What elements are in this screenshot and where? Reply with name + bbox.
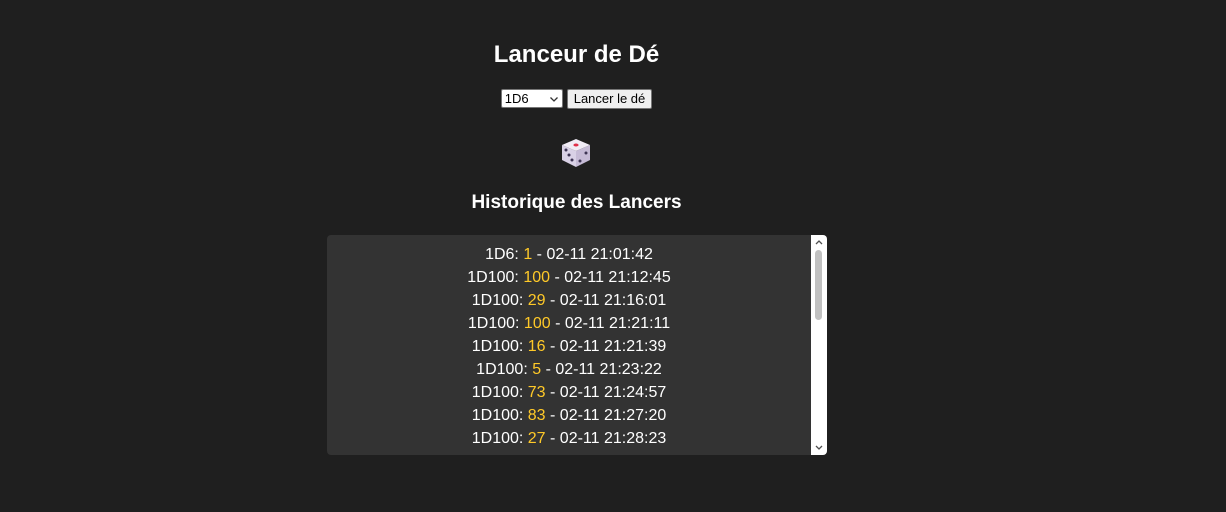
history-entry-separator: - [550, 269, 565, 286]
history-entry-time: 02-11 21:30:35 [560, 453, 666, 455]
history-entry-separator: - [541, 361, 556, 378]
history-entry: 1D100: 100 - 02-11 21:21:11 [327, 312, 811, 335]
history-scrollbar[interactable] [811, 235, 827, 455]
history-entry-separator: - [546, 453, 560, 455]
dice-type-selected-value: 1D6 [504, 91, 529, 106]
history-entry-dice: 1D100: [471, 338, 524, 355]
history-entry: 1D100: 16 - 02-11 21:21:39 [327, 335, 811, 358]
history-entry-result: 73 [527, 384, 546, 401]
history-list: 1D6: 1 - 02-11 21:01:42 1D100: 100 - 02-1… [327, 243, 811, 455]
history-entry: 1D100: 27 - 02-11 21:28:23 [327, 427, 811, 450]
history-entry-time: 02-11 21:23:22 [555, 361, 662, 378]
scroll-down-icon[interactable] [811, 441, 827, 455]
history-entry: 1D100: 29 - 02-11 21:16:01 [327, 289, 811, 312]
history-entry-result: 100 [523, 315, 551, 332]
history-entry-result: 1 [523, 246, 533, 263]
page-title: Lanceur de Dé [493, 41, 660, 68]
history-entry-time: 02-11 21:27:20 [559, 407, 667, 424]
chevron-down-icon [549, 94, 559, 104]
history-entry-result: 5 [532, 361, 542, 378]
history-entry-dice: 1D100: [467, 269, 519, 286]
history-entry: 1D100: 5 - 02-11 21:23:22 [327, 358, 811, 381]
history-entry-time: 02-11 21:21:11 [564, 315, 671, 332]
history-entry: 1D100: 100 - 02-11 21:12:45 [327, 266, 811, 289]
history-entry-result: 38 [528, 453, 546, 455]
history-entry-dice: 1D100: [471, 430, 524, 447]
history-entry-dice: 1D100: [472, 453, 524, 455]
history-entry: 1D100: 38 - 02-11 21:30:35 [327, 450, 811, 455]
history-entry-time: 02-11 21:24:57 [559, 384, 667, 401]
history-entry-result: 16 [527, 338, 546, 355]
history-entry-dice: 1D6: [485, 246, 519, 263]
history-entry-time: 02-11 21:01:42 [546, 246, 653, 263]
history-entry-dice: 1D100: [471, 407, 524, 424]
history-entry-time: 02-11 21:16:01 [559, 292, 667, 309]
history-entry-result: 29 [527, 292, 546, 309]
history-entry: 1D6: 1 - 02-11 21:01:42 [327, 243, 811, 266]
history-entry: 1D100: 73 - 02-11 21:24:57 [327, 381, 811, 404]
history-entry-separator: - [545, 430, 560, 447]
history-entry-time: 02-11 21:28:23 [559, 430, 667, 447]
scroll-up-icon[interactable] [811, 235, 827, 249]
roll-controls: 1D6 Lancer le dé [0, 89, 1153, 109]
history-entry-separator: - [532, 246, 547, 263]
history-entry-separator: - [550, 315, 565, 332]
roll-dice-button[interactable]: Lancer le dé [566, 89, 653, 109]
history-entry-separator: - [545, 292, 560, 309]
history-entry-result: 83 [527, 407, 546, 424]
history-entry-dice: 1D100: [476, 361, 528, 378]
history-entry: 1D100: 83 - 02-11 21:27:20 [327, 404, 811, 427]
history-entry-result: 100 [523, 269, 551, 286]
history-entry-separator: - [545, 384, 560, 401]
dice-icon [559, 136, 593, 170]
history-entry-dice: 1D100: [471, 292, 524, 309]
history-entry-dice: 1D100: [471, 384, 524, 401]
dice-type-select[interactable]: 1D6 [500, 89, 563, 108]
history-entry-separator: - [545, 407, 560, 424]
dice-roller-page: Lanceur de Dé 1D6 Lancer le dé Historiqu… [0, 0, 1226, 512]
history-entry-separator: - [545, 338, 560, 355]
history-entry-time: 02-11 21:21:39 [559, 338, 667, 355]
history-panel[interactable]: 1D6: 1 - 02-11 21:01:42 1D100: 100 - 02-1… [327, 235, 827, 455]
history-entry-result: 27 [527, 430, 546, 447]
history-entry-time: 02-11 21:12:45 [564, 269, 671, 286]
scroll-thumb[interactable] [815, 250, 822, 320]
history-entry-dice: 1D100: [467, 315, 520, 332]
history-title: Historique des Lancers [471, 192, 682, 213]
